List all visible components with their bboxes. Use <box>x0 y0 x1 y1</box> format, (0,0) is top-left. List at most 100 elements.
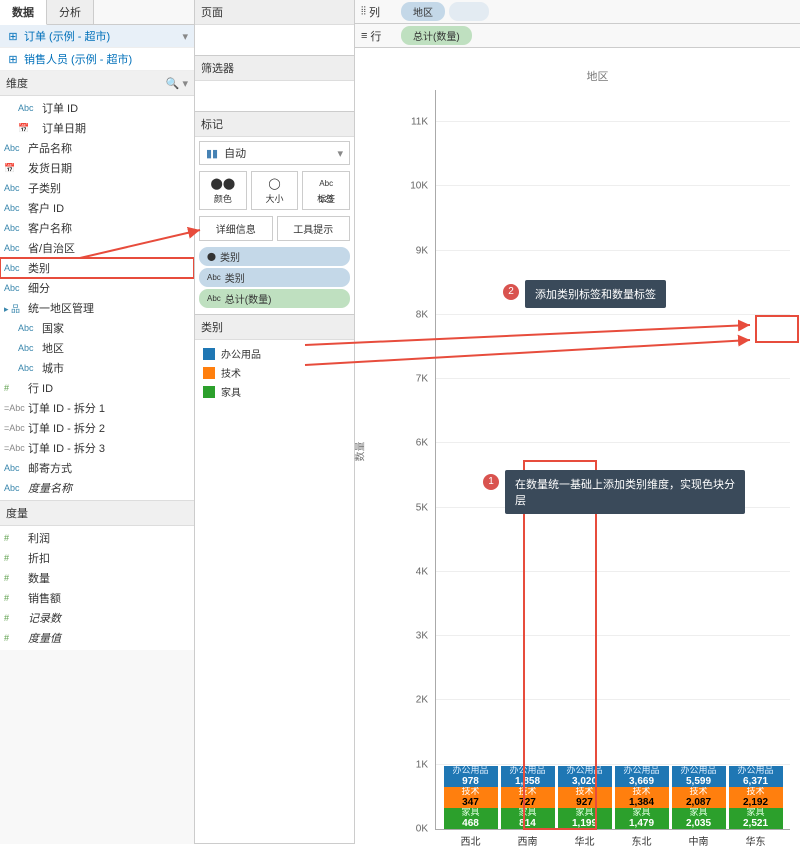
legend-swatch <box>203 386 215 398</box>
measure-销售额[interactable]: #销售额 <box>0 588 194 608</box>
pages-shelf[interactable] <box>195 25 354 55</box>
dimension-度量名称[interactable]: Abc度量名称 <box>0 478 194 498</box>
filters-shelf[interactable] <box>195 81 354 111</box>
marks-color-button[interactable]: ⬤⬤颜色 <box>199 171 247 210</box>
columns-shelf[interactable]: 地区 <box>397 2 798 21</box>
segment-家具[interactable]: 家具2,035 <box>672 808 726 829</box>
field-type-icon: 📅 <box>18 123 42 134</box>
dimension-类别[interactable]: Abc类别 <box>0 258 194 278</box>
marks-label-button[interactable]: Abc123标签 <box>302 171 350 210</box>
field-type-icon: # <box>4 613 28 623</box>
segment-技术[interactable]: 技术347 <box>444 787 498 808</box>
segment-办公用品[interactable]: 办公用品3,020 <box>558 766 612 787</box>
field-type-icon: # <box>4 573 28 583</box>
dimension-客户名称[interactable]: Abc客户名称 <box>0 218 194 238</box>
legend-item-办公用品[interactable]: 办公用品 <box>203 344 346 363</box>
marks-pill-2[interactable]: Abc总计(数量) <box>199 289 350 308</box>
dimension-细分[interactable]: Abc细分 <box>0 278 194 298</box>
field-type-icon: Abc <box>4 243 28 253</box>
dimension-国家[interactable]: Abc国家 <box>0 318 194 338</box>
columns-shelf-label: ⦙⦙列 <box>357 4 397 20</box>
field-type-icon: ▸ 品 <box>4 302 28 315</box>
segment-家具[interactable]: 家具1,479 <box>615 808 669 829</box>
marks-detail-button[interactable]: 详细信息 <box>199 216 273 241</box>
field-type-icon: =Abc <box>4 403 28 413</box>
dimension-城市[interactable]: Abc城市 <box>0 358 194 378</box>
segment-家具[interactable]: 家具468 <box>444 808 498 829</box>
y-tick: 4K <box>398 566 428 577</box>
dimension-邮寄方式[interactable]: Abc邮寄方式 <box>0 458 194 478</box>
marks-tooltip-button[interactable]: 工具提示 <box>277 216 351 241</box>
marks-pill-0[interactable]: ⬤类别 <box>199 247 350 266</box>
dimension-行 ID[interactable]: #行 ID <box>0 378 194 398</box>
marks-pill-1[interactable]: Abc类别 <box>199 268 350 287</box>
dimension-订单日期[interactable]: 📅订单日期 <box>0 118 194 138</box>
y-tick: 10K <box>398 181 428 192</box>
measure-数量[interactable]: #数量 <box>0 568 194 588</box>
marks-panel-title: 标记 <box>195 112 354 137</box>
segment-家具[interactable]: 家具2,521 <box>729 808 783 829</box>
marks-size-button[interactable]: ◯大小 <box>251 171 299 210</box>
segment-办公用品[interactable]: 办公用品1,858 <box>501 766 555 787</box>
connection-1[interactable]: ⊞销售人员 (示例 - 超市) <box>0 48 194 71</box>
dimension-统一地区管理[interactable]: ▸ 品统一地区管理 <box>0 298 194 318</box>
columns-empty-pill[interactable] <box>449 2 489 21</box>
dimension-订单 ID - 拆分 2[interactable]: =Abc订单 ID - 拆分 2 <box>0 418 194 438</box>
dimension-产品名称[interactable]: Abc产品名称 <box>0 138 194 158</box>
rows-shelf[interactable]: 总计(数量) <box>397 26 798 45</box>
measure-折扣[interactable]: #折扣 <box>0 548 194 568</box>
segment-技术[interactable]: 技术2,087 <box>672 787 726 808</box>
measure-记录数[interactable]: #记录数 <box>0 608 194 628</box>
dimension-订单 ID[interactable]: Abc订单 ID <box>0 98 194 118</box>
measure-利润[interactable]: #利润 <box>0 528 194 548</box>
dimension-订单 ID - 拆分 1[interactable]: =Abc订单 ID - 拆分 1 <box>0 398 194 418</box>
search-icon[interactable]: 🔍 ▾ <box>166 77 188 90</box>
legend-item-技术[interactable]: 技术 <box>203 363 346 382</box>
connection-0[interactable]: ⊞订单 (示例 - 超市)▾ <box>0 25 194 48</box>
segment-技术[interactable]: 技术727 <box>501 787 555 808</box>
dimension-订单 ID - 拆分 3[interactable]: =Abc订单 ID - 拆分 3 <box>0 438 194 458</box>
dimension-发货日期[interactable]: 📅发货日期 <box>0 158 194 178</box>
dimension-子类别[interactable]: Abc子类别 <box>0 178 194 198</box>
field-type-icon: =Abc <box>4 443 28 453</box>
y-tick: 5K <box>398 502 428 513</box>
dimension-客户 ID[interactable]: Abc客户 ID <box>0 198 194 218</box>
dimension-地区[interactable]: Abc地区 <box>0 338 194 358</box>
field-type-icon: =Abc <box>4 423 28 433</box>
rows-pill-qty[interactable]: 总计(数量) <box>401 26 472 45</box>
segment-家具[interactable]: 家具1,199 <box>558 808 612 829</box>
bar-西南[interactable]: 家具814技术727办公用品1,858西南 <box>501 766 555 829</box>
marks-type-dropdown[interactable]: ▮▮ 自动 ▾ <box>199 141 350 165</box>
segment-办公用品[interactable]: 办公用品6,371 <box>729 766 783 787</box>
annotation-badge-2: 2 <box>503 284 519 300</box>
field-type-icon: # <box>4 593 28 603</box>
dimensions-header: 维度 🔍 ▾ <box>0 71 194 96</box>
field-type-icon: Abc <box>4 263 28 273</box>
segment-办公用品[interactable]: 办公用品5,599 <box>672 766 726 787</box>
bar-东北[interactable]: 家具1,479技术1,384办公用品3,669东北 <box>615 766 669 829</box>
field-type-icon: Abc <box>4 143 28 153</box>
dimension-省/自治区[interactable]: Abc省/自治区 <box>0 238 194 258</box>
segment-技术[interactable]: 技术927 <box>558 787 612 808</box>
bar-华北[interactable]: 家具1,199技术927办公用品3,020华北 <box>558 766 612 829</box>
chevron-down-icon: ▾ <box>182 30 188 43</box>
filters-panel-title: 筛选器 <box>195 56 354 81</box>
segment-技术[interactable]: 技术1,384 <box>615 787 669 808</box>
bar-华东[interactable]: 家具2,521技术2,192办公用品6,371华东 <box>729 766 783 829</box>
tab-analysis[interactable]: 分析 <box>47 0 94 24</box>
datasource-icon: ⊞ <box>6 53 20 66</box>
chart-area[interactable]: 地区 数量 0K1K2K3K4K5K6K7K8K9K10K11K家具468技术3… <box>355 48 800 860</box>
segment-技术[interactable]: 技术2,192 <box>729 787 783 808</box>
measure-度量值[interactable]: #度量值 <box>0 628 194 648</box>
bar-中南[interactable]: 家具2,035技术2,087办公用品5,599中南 <box>672 766 726 829</box>
bar-西北[interactable]: 家具468技术347办公用品978西北 <box>444 766 498 829</box>
legend-item-家具[interactable]: 家具 <box>203 382 346 401</box>
segment-办公用品[interactable]: 办公用品978 <box>444 766 498 787</box>
tab-data[interactable]: 数据 <box>0 0 47 25</box>
field-type-icon: # <box>4 383 28 393</box>
segment-家具[interactable]: 家具814 <box>501 808 555 829</box>
segment-办公用品[interactable]: 办公用品3,669 <box>615 766 669 787</box>
field-type-icon: Abc <box>18 343 42 353</box>
rows-shelf-label: ≡行 <box>357 28 397 44</box>
columns-pill-region[interactable]: 地区 <box>401 2 445 21</box>
